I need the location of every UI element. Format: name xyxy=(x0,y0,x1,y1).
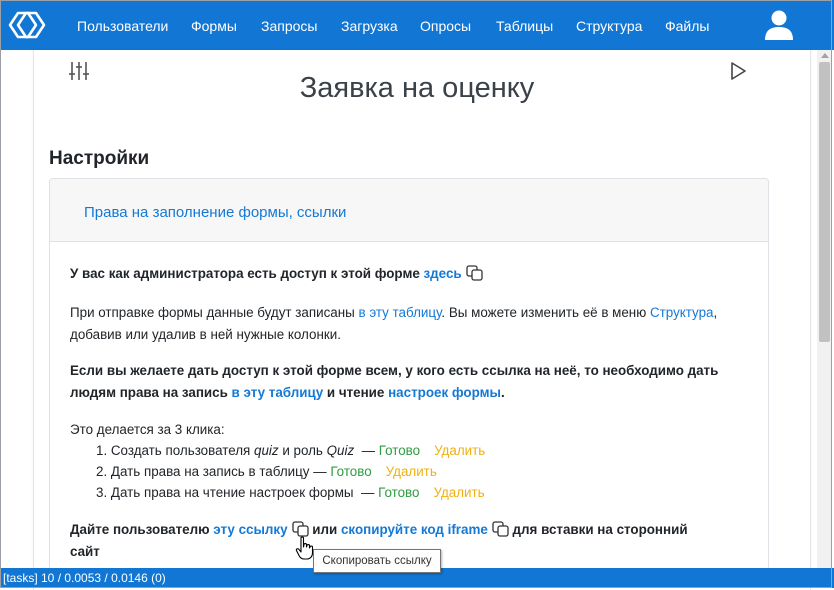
admin-access-line: У вас как администратора есть доступ к э… xyxy=(70,265,483,283)
copy-iframe-icon[interactable] xyxy=(492,521,509,537)
step-1: 1. Создать пользователя quiz и роль Quiz… xyxy=(96,443,486,458)
step-3: 3. Дать права на чтение настроек формы —… xyxy=(96,485,485,500)
scroll-up-arrow-icon[interactable] xyxy=(821,53,829,58)
info-table-link[interactable]: в эту таблицу xyxy=(359,305,442,320)
step-1-delete[interactable]: Удалить xyxy=(434,443,485,458)
iframe-code-link[interactable]: скопируйте код iframe xyxy=(341,522,488,537)
step-2-done: Готово xyxy=(330,464,372,479)
share-line-1: Дайте пользователю эту ссылку или скопир… xyxy=(70,521,688,537)
page-title: Заявка на оценку xyxy=(299,72,535,104)
copy-link-icon[interactable] xyxy=(291,521,309,537)
nav-tables[interactable]: Таблицы xyxy=(496,17,553,35)
clicks-intro: Это делается за 3 клика: xyxy=(70,422,225,437)
user-icon[interactable] xyxy=(764,9,794,41)
copy-icon[interactable] xyxy=(465,265,483,281)
form-settings-link[interactable]: настроек формы xyxy=(388,385,501,400)
share-line-2: сайт xyxy=(70,544,100,559)
logo-icon[interactable] xyxy=(8,11,46,39)
vertical-scrollbar[interactable] xyxy=(817,50,832,568)
nav-structure[interactable]: Структура xyxy=(576,17,642,35)
panel-header: Права на заполнение формы, ссылки xyxy=(50,179,768,242)
nav-forms[interactable]: Формы xyxy=(191,17,237,35)
nav-files[interactable]: Файлы xyxy=(665,17,709,35)
copy-link-tooltip: Скопировать ссылку xyxy=(313,549,441,573)
settings-heading: Настройки xyxy=(49,148,150,169)
access-table-link[interactable]: в эту таблицу xyxy=(232,385,324,400)
nav-queries[interactable]: Запросы xyxy=(261,17,317,35)
access-line-2: людям права на запись в эту таблицу и чт… xyxy=(70,385,505,400)
access-line-1: Если вы желаете дать доступ к этой форме… xyxy=(70,363,719,378)
info-line-1: При отправке формы данные будут записаны… xyxy=(70,305,718,320)
step-2-delete[interactable]: Удалить xyxy=(386,464,437,479)
nav-upload[interactable]: Загрузка xyxy=(341,17,398,35)
nav-users[interactable]: Пользователи xyxy=(77,17,168,35)
nav-surveys[interactable]: Опросы xyxy=(420,17,471,35)
step-3-done: Готово xyxy=(378,485,420,500)
admin-here-link[interactable]: здесь xyxy=(424,266,462,281)
step-3-delete[interactable]: Удалить xyxy=(433,485,484,500)
share-link[interactable]: эту ссылку xyxy=(213,522,287,537)
info-line-2: добавив или удалив в ней нужные колонки. xyxy=(70,327,341,342)
step-1-done: Готово xyxy=(378,443,421,458)
top-navbar: Пользователи Формы Запросы Загрузка Опро… xyxy=(0,0,834,50)
structure-link[interactable]: Структура xyxy=(650,305,714,320)
step-2: 2. Дать права на запись в таблицу — Гото… xyxy=(96,464,437,479)
hand-cursor-icon xyxy=(295,536,314,560)
rights-link[interactable]: Права на заполнение формы, ссылки xyxy=(84,204,346,221)
